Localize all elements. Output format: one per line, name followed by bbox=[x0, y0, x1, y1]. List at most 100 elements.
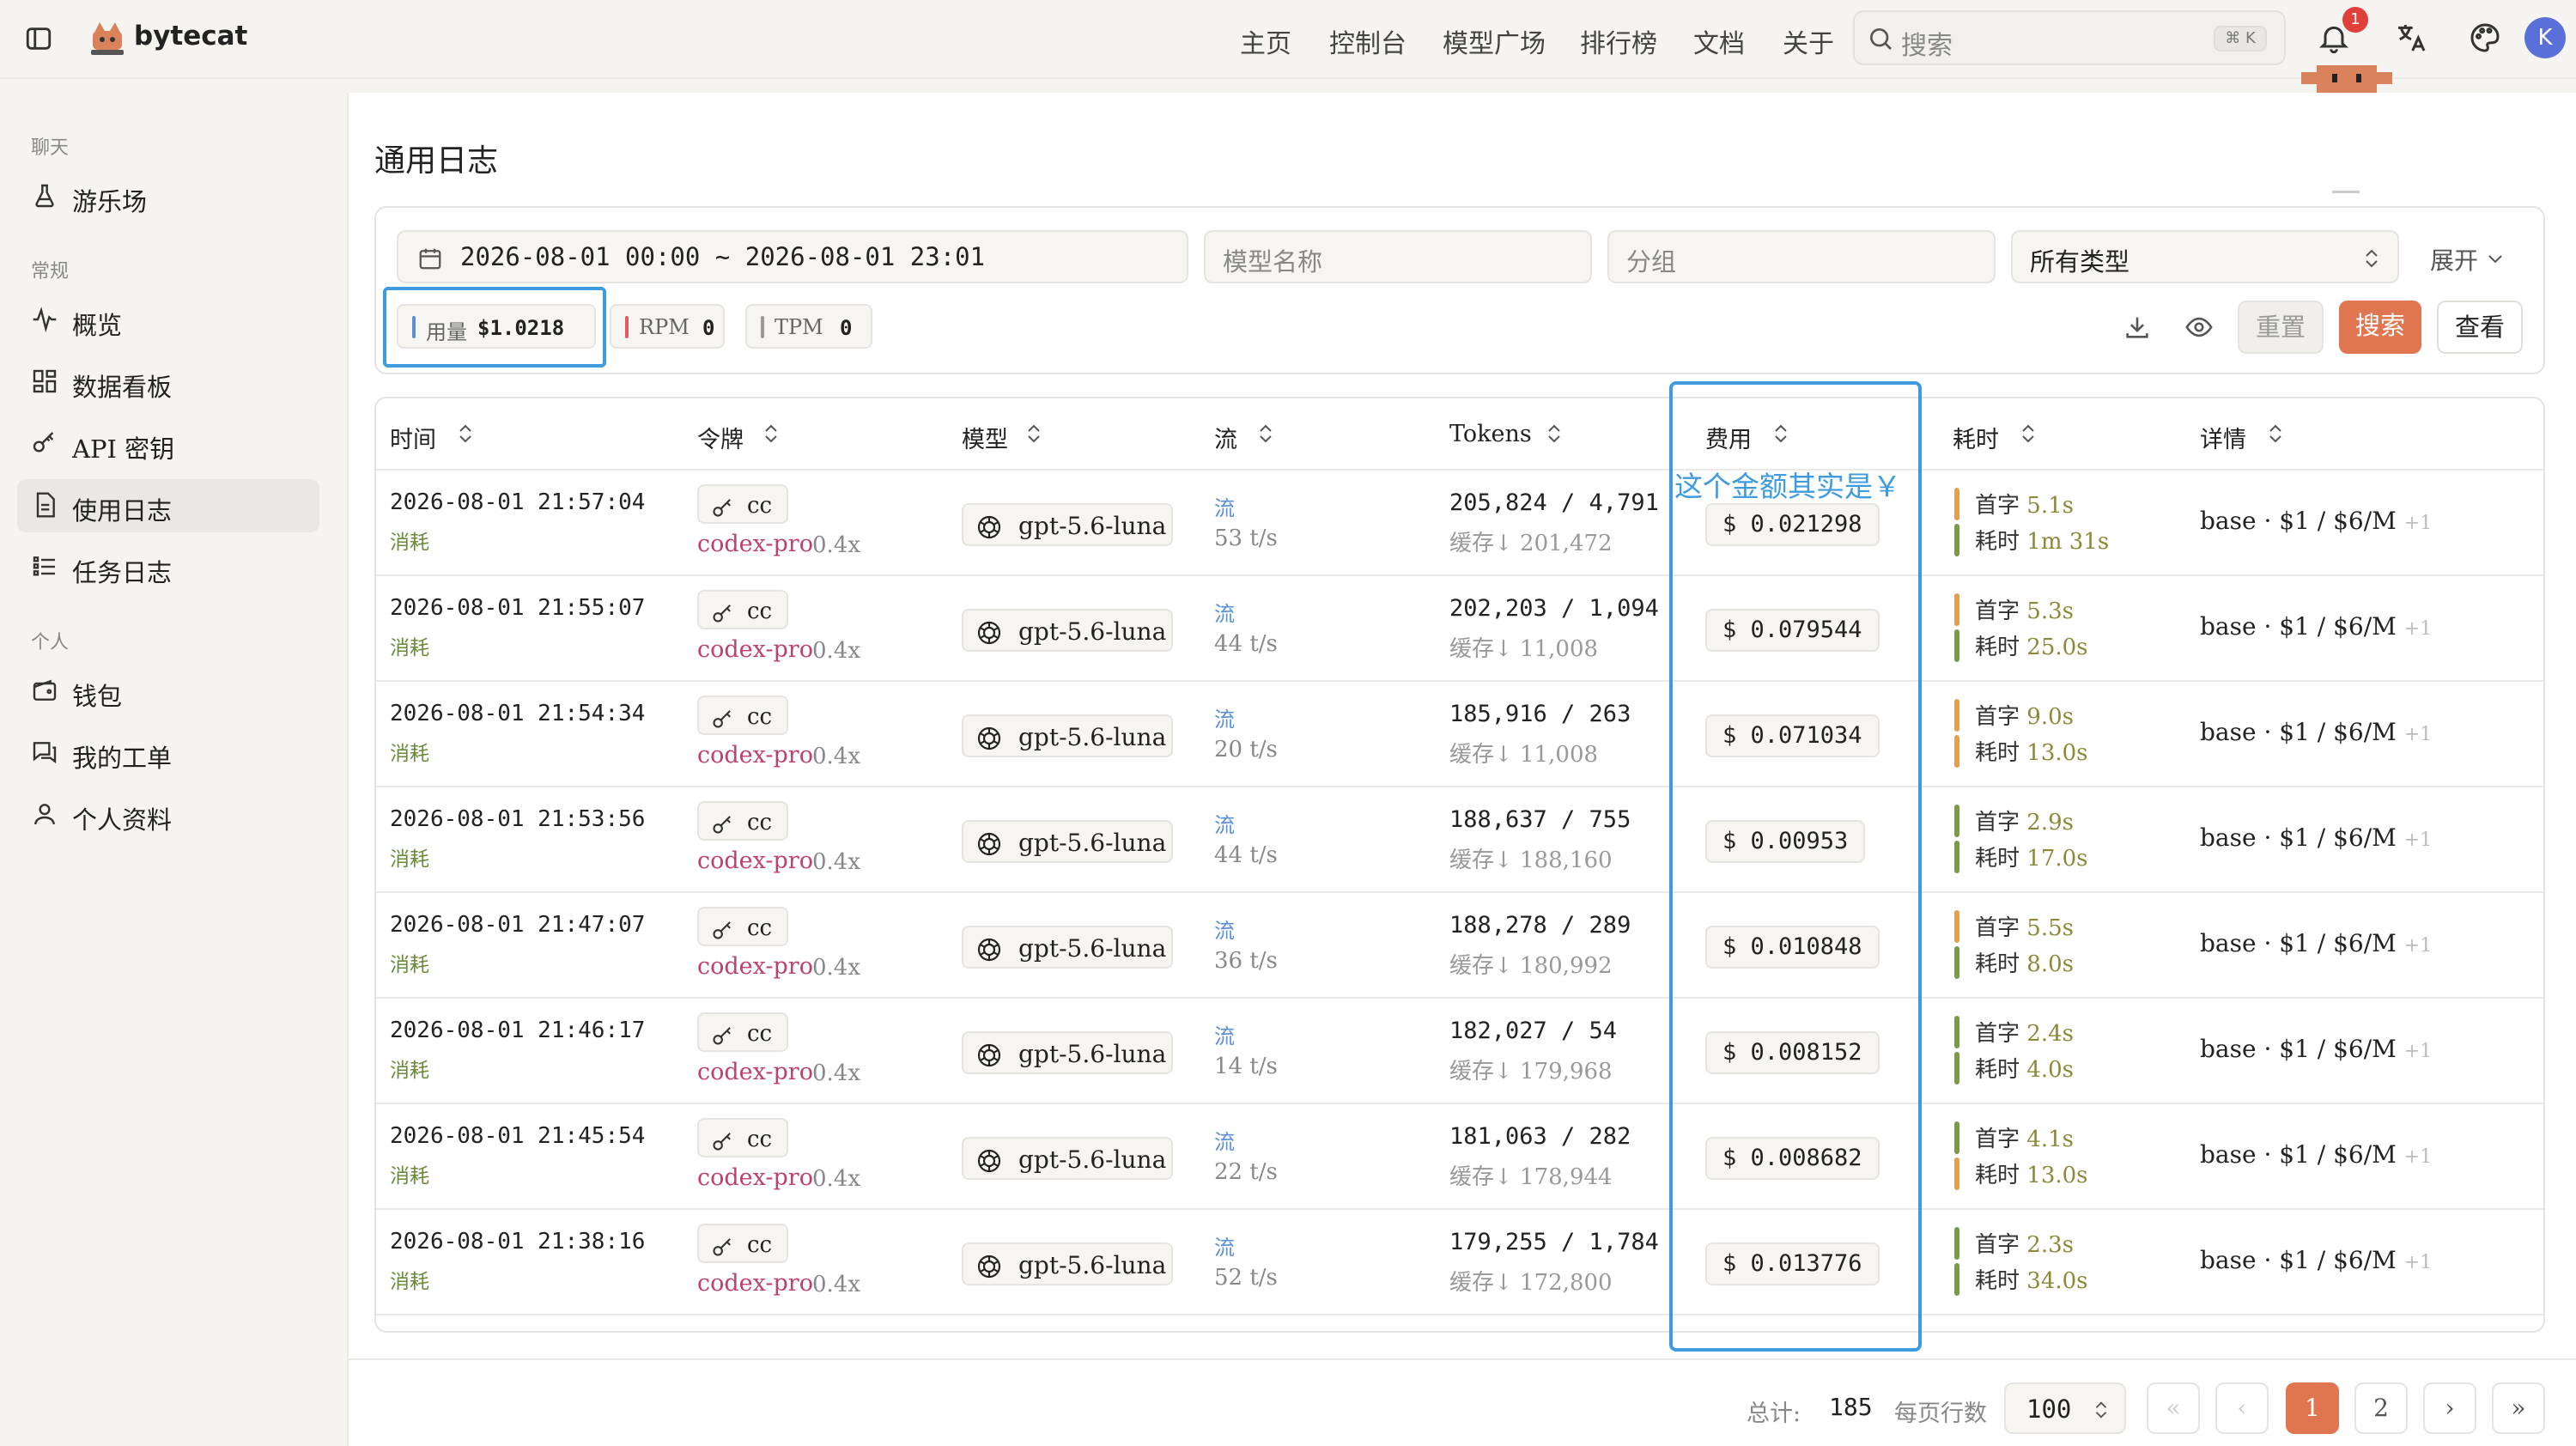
row-cache: 缓存↓ 11,008 bbox=[1449, 636, 1599, 662]
chevron-down-icon[interactable] bbox=[2485, 251, 2506, 268]
row-total-time: 耗时 13.0s bbox=[1975, 1163, 2088, 1188]
sort-icon[interactable] bbox=[762, 422, 780, 445]
cost-highlight-box bbox=[1669, 381, 1922, 1352]
sidebar-item-label: 使用日志 bbox=[72, 496, 173, 526]
row-ratio: 0.4x bbox=[812, 849, 861, 875]
nav-model-market[interactable]: 模型广场 bbox=[1443, 22, 1546, 60]
sort-icon[interactable] bbox=[2020, 422, 2037, 445]
sidebar-item-tickets[interactable]: 我的工单 bbox=[17, 726, 319, 780]
table-row[interactable]: 2026-08-01 21:57:04 消耗 cc codex-pro 0.4x… bbox=[376, 471, 2543, 576]
row-ratio: 0.4x bbox=[812, 532, 861, 558]
first-page-button[interactable]: « bbox=[2147, 1382, 2200, 1434]
column-header-detail[interactable]: 详情 bbox=[2200, 421, 2246, 454]
group-input[interactable]: 分组 bbox=[1607, 230, 1996, 283]
model-tag[interactable]: gpt-5.6-luna bbox=[962, 714, 1173, 757]
sidebar-item-profile[interactable]: 个人资料 bbox=[17, 788, 319, 841]
page-1-button[interactable]: 1 bbox=[2286, 1382, 2339, 1434]
total-time-bar bbox=[1954, 524, 1959, 556]
model-tag[interactable]: gpt-5.6-luna bbox=[962, 609, 1173, 652]
sidebar-item-api-keys[interactable]: API 密钥 bbox=[17, 417, 319, 471]
prev-page-button[interactable]: ‹ bbox=[2215, 1382, 2269, 1434]
model-tag[interactable]: gpt-5.6-luna bbox=[962, 1137, 1173, 1180]
table-row[interactable]: 2026-08-01 21:45:54 消耗 cc codex-pro 0.4x… bbox=[376, 1104, 2543, 1210]
model-tag[interactable]: gpt-5.6-luna bbox=[962, 1031, 1173, 1074]
search-shortcut: ⌘ K bbox=[2214, 26, 2267, 52]
nav-home[interactable]: 主页 bbox=[1240, 22, 1291, 60]
search-input[interactable]: 搜索 ⌘ K bbox=[1853, 10, 2286, 65]
column-header-tokens[interactable]: Tokens bbox=[1449, 421, 1532, 447]
token-name: cc bbox=[747, 704, 773, 730]
sort-icon[interactable] bbox=[1257, 422, 1274, 445]
model-tag[interactable]: gpt-5.6-luna bbox=[962, 1242, 1173, 1285]
column-header-duration[interactable]: 耗时 bbox=[1953, 421, 1999, 454]
column-header-stream[interactable]: 流 bbox=[1214, 421, 1237, 454]
token-tag[interactable]: cc bbox=[697, 696, 788, 735]
table-row[interactable]: 2026-08-01 21:55:07 消耗 cc codex-pro 0.4x… bbox=[376, 576, 2543, 682]
expand-toggle[interactable]: 展开 bbox=[2430, 242, 2478, 276]
token-tag[interactable]: cc bbox=[697, 1012, 788, 1052]
nav-console[interactable]: 控制台 bbox=[1329, 22, 1406, 60]
nav-about[interactable]: 关于 bbox=[1783, 22, 1834, 60]
row-first-token: 首字 2.9s bbox=[1975, 810, 2074, 835]
sort-icon[interactable] bbox=[1546, 422, 1563, 445]
table-row[interactable]: 2026-08-01 21:46:17 消耗 cc codex-pro 0.4x… bbox=[376, 999, 2543, 1104]
model-tag[interactable]: gpt-5.6-luna bbox=[962, 503, 1173, 546]
model-tag[interactable]: gpt-5.6-luna bbox=[962, 926, 1173, 969]
token-tag[interactable]: cc bbox=[697, 1224, 788, 1263]
table-row[interactable]: 2026-08-01 21:54:34 消耗 cc codex-pro 0.4x… bbox=[376, 682, 2543, 787]
reset-button[interactable]: 重置 bbox=[2238, 301, 2324, 354]
download-icon[interactable] bbox=[2123, 313, 2152, 342]
column-header-token[interactable]: 令牌 bbox=[697, 421, 744, 454]
last-page-button[interactable]: » bbox=[2492, 1382, 2545, 1434]
avatar[interactable]: K bbox=[2524, 17, 2566, 58]
date-range-input[interactable]: 2026-08-01 00:00 ~ 2026-08-01 23:01 bbox=[397, 230, 1188, 283]
sort-icon[interactable] bbox=[2267, 422, 2284, 445]
eye-icon[interactable] bbox=[2184, 314, 2214, 340]
sidebar-item-label: 数据看板 bbox=[72, 373, 173, 402]
table-row[interactable]: 2026-08-01 21:47:07 消耗 cc codex-pro 0.4x… bbox=[376, 893, 2543, 999]
sidebar-item-overview[interactable]: 概览 bbox=[17, 294, 319, 347]
first-token-bar bbox=[1954, 593, 1959, 626]
logo-icon[interactable] bbox=[88, 19, 127, 58]
nav-docs[interactable]: 文档 bbox=[1693, 22, 1745, 60]
token-tag[interactable]: cc bbox=[697, 590, 788, 629]
column-header-model[interactable]: 模型 bbox=[962, 421, 1008, 454]
rows-per-page-value: 100 bbox=[2026, 1394, 2072, 1424]
sidebar-item-task-logs[interactable]: 任务日志 bbox=[17, 541, 319, 594]
openai-icon bbox=[975, 936, 1003, 963]
next-page-button[interactable]: › bbox=[2423, 1382, 2476, 1434]
column-header-time[interactable]: 时间 bbox=[390, 421, 436, 454]
page-2-button[interactable]: 2 bbox=[2354, 1382, 2408, 1434]
row-tokens: 205,824 / 4,791 bbox=[1449, 489, 1659, 516]
brand-name[interactable]: bytecat bbox=[134, 21, 247, 52]
type-select[interactable]: 所有类型 bbox=[2011, 230, 2399, 283]
palette-icon[interactable] bbox=[2468, 21, 2502, 55]
row-speed: 22 t/s bbox=[1214, 1159, 1278, 1185]
sort-icon[interactable] bbox=[1025, 422, 1042, 445]
row-detail: base · $1 / $6/M +1 bbox=[2200, 823, 2433, 852]
nav-leaderboard[interactable]: 排行榜 bbox=[1580, 22, 1657, 60]
date-range-value: 2026-08-01 00:00 ~ 2026-08-01 23:01 bbox=[460, 242, 986, 271]
row-time: 2026-08-01 21:46:17 bbox=[390, 1018, 646, 1043]
sidebar-item-label: 概览 bbox=[72, 311, 123, 340]
token-tag[interactable]: cc bbox=[697, 801, 788, 841]
total-value: 185 bbox=[1829, 1393, 1873, 1421]
model-tag[interactable]: gpt-5.6-luna bbox=[962, 820, 1173, 863]
view-button[interactable]: 查看 bbox=[2437, 301, 2523, 354]
token-tag[interactable]: cc bbox=[697, 907, 788, 946]
row-speed: 44 t/s bbox=[1214, 631, 1278, 657]
sort-icon[interactable] bbox=[457, 422, 474, 445]
model-name-input[interactable]: 模型名称 bbox=[1204, 230, 1592, 283]
token-tag[interactable]: cc bbox=[697, 1118, 788, 1157]
translate-icon[interactable] bbox=[2394, 21, 2428, 55]
sidebar-item-usage-logs[interactable]: 使用日志 bbox=[17, 479, 319, 532]
rows-per-page-select[interactable]: 100 bbox=[2004, 1382, 2126, 1434]
search-button[interactable]: 搜索 bbox=[2339, 301, 2421, 354]
sidebar-item-wallet[interactable]: 钱包 bbox=[17, 665, 319, 718]
sidebar-item-playground[interactable]: 游乐场 bbox=[17, 170, 319, 223]
table-row[interactable]: 2026-08-01 21:53:56 消耗 cc codex-pro 0.4x… bbox=[376, 787, 2543, 893]
token-tag[interactable]: cc bbox=[697, 484, 788, 524]
sidebar-toggle-icon[interactable] bbox=[24, 24, 53, 53]
sidebar-item-dashboard[interactable]: 数据看板 bbox=[17, 355, 319, 409]
table-row[interactable]: 2026-08-01 21:38:16 消耗 cc codex-pro 0.4x… bbox=[376, 1210, 2543, 1315]
